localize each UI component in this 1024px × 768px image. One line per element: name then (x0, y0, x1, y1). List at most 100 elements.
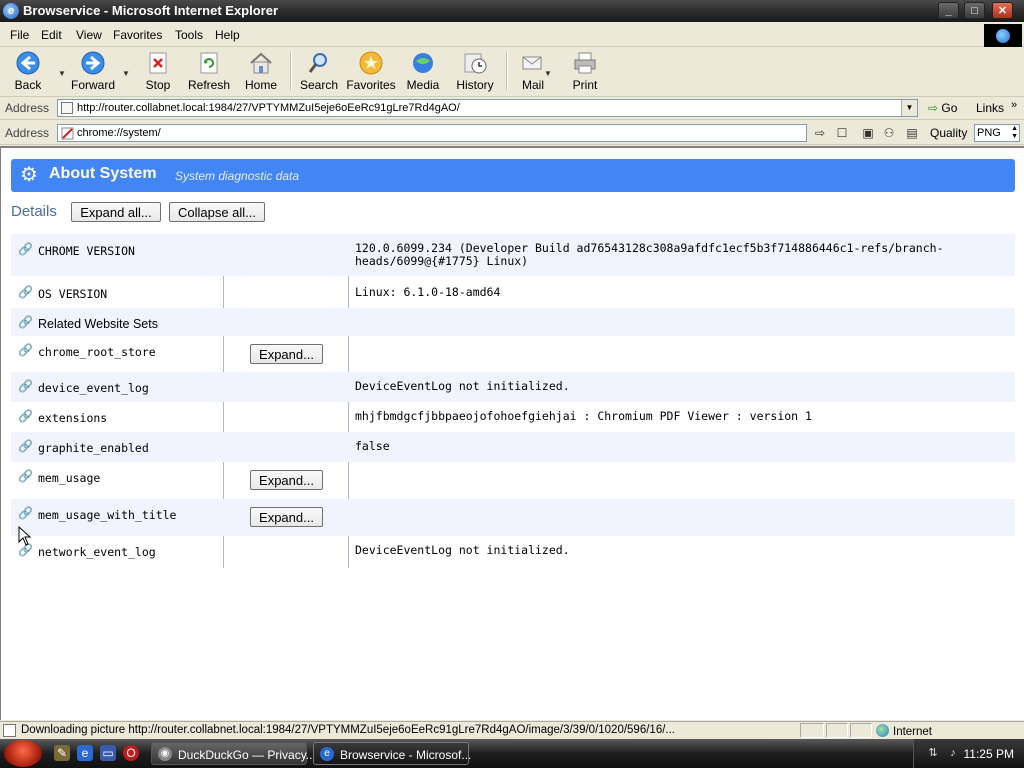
gear-icon: ⚙ (20, 164, 38, 186)
mail-icon (522, 56, 542, 70)
link-icon[interactable]: 🔗 (18, 286, 33, 299)
table-row: 🔗 OS VERSION Linux: 6.1.0-18-amd64 (18, 285, 501, 302)
search-button[interactable]: Search (300, 51, 338, 93)
binoculars-icon[interactable]: ⚇ (881, 125, 897, 141)
about-system-banner: ⚙ About System System diagnostic data (11, 159, 1015, 192)
navigate-arrow-icon[interactable]: ⇨ (812, 125, 828, 141)
favorites-star-icon (359, 51, 383, 75)
network-icon[interactable]: ⇅ (926, 746, 940, 760)
inner-address-input[interactable]: chrome://system/ (57, 124, 807, 142)
search-icon (308, 53, 327, 73)
toolbar: Back ▼ Forward ▼ Stop Refresh Home Searc… (0, 47, 1024, 97)
forward-button[interactable]: Forward (70, 51, 116, 93)
stop-button[interactable]: Stop (144, 51, 172, 93)
security-warning-icon (61, 127, 74, 140)
forward-arrow-icon (81, 51, 105, 75)
link-icon[interactable]: 🔗 (18, 410, 33, 423)
windows-logo-icon (984, 24, 1022, 48)
link-icon[interactable]: 🔗 (18, 380, 33, 393)
print-button[interactable]: Print (570, 51, 600, 93)
show-desktop-icon[interactable]: ▭ (100, 745, 116, 761)
history-icon (464, 53, 487, 74)
link-icon[interactable]: 🔗 (18, 316, 33, 329)
quality-label: Quality (930, 126, 968, 140)
internet-explorer-quicklaunch-icon[interactable]: e (77, 745, 93, 761)
link-icon[interactable]: 🔗 (18, 470, 33, 483)
status-text: Downloading picture http://router.collab… (21, 724, 675, 736)
inner-address-label: Address (5, 126, 50, 140)
go-arrow-icon: ⇨ (928, 101, 939, 115)
table-row: 🔗 CHROME VERSION 120.0.6099.234 (Develop… (11, 234, 1015, 276)
collapse-all-button[interactable]: Collapse all... (169, 202, 265, 222)
media-button[interactable]: Media (406, 51, 440, 93)
menu-tools[interactable]: Tools (175, 28, 203, 42)
maximize-button[interactable]: □ (964, 2, 985, 19)
find-icon[interactable]: ▣ (860, 125, 876, 141)
page-loading-icon (3, 724, 16, 737)
page-viewport: ⚙ About System System diagnostic data De… (0, 146, 1024, 720)
refresh-icon (200, 52, 218, 74)
link-icon[interactable]: 🔗 (18, 243, 33, 256)
go-button[interactable]: ⇨ Go (928, 101, 957, 115)
table-row: 🔗 graphite_enabled false (11, 432, 1015, 462)
menu-view[interactable]: View (76, 28, 102, 42)
forward-dropdown-icon[interactable]: ▼ (122, 69, 130, 78)
clock[interactable]: 11:25 PM (964, 747, 1014, 761)
stop-icon (149, 52, 167, 74)
expand-button[interactable]: Expand... (250, 470, 323, 490)
chevron-right-icon[interactable]: » (1011, 99, 1017, 111)
notepad-icon[interactable]: ✎ (54, 745, 70, 761)
ie-task-icon: e (320, 747, 334, 761)
menu-edit[interactable]: Edit (41, 28, 62, 42)
expand-button[interactable]: Expand... (250, 507, 323, 527)
expand-all-button[interactable]: Expand all... (71, 202, 161, 222)
link-icon[interactable]: 🔗 (18, 440, 33, 453)
status-bar: Downloading picture http://router.collab… (0, 721, 1024, 740)
taskbar: ✎ e ▭ O ◉ DuckDuckGo — Privacy... e Brow… (0, 739, 1024, 768)
home-icon (250, 52, 272, 74)
back-arrow-icon (16, 51, 40, 75)
history-button[interactable]: History (456, 51, 494, 93)
table-row: 🔗 mem_usage Expand... (11, 462, 1015, 499)
internet-explorer-icon: e (3, 3, 19, 19)
clipboard-icon[interactable]: ▤ (904, 125, 920, 141)
internet-zone-icon (876, 724, 889, 737)
mail-dropdown-icon[interactable]: ▼ (544, 69, 552, 78)
opera-icon[interactable]: O (123, 745, 139, 761)
expand-button[interactable]: Expand... (250, 344, 323, 364)
page-subtitle: System diagnostic data (175, 169, 300, 183)
task-browservice[interactable]: e Browservice - Microsof... (313, 742, 471, 765)
system-tray: ⇅ ♪ 11:25 PM (913, 739, 1024, 768)
links-button[interactable]: Links (976, 101, 1004, 115)
start-button[interactable] (4, 740, 42, 767)
window-title: Browservice - Microsoft Internet Explore… (23, 3, 279, 18)
page-icon (61, 102, 73, 114)
link-icon[interactable]: 🔗 (18, 507, 33, 520)
menu-bar: File Edit View Favorites Tools Help (0, 24, 1024, 47)
spinner-icon[interactable]: ▲ ▼ (1011, 125, 1018, 141)
refresh-button[interactable]: Refresh (188, 51, 230, 93)
close-button[interactable]: ✕ (992, 2, 1013, 19)
task-duckduckgo[interactable]: ◉ DuckDuckGo — Privacy... (151, 742, 316, 765)
back-button[interactable]: Back (11, 51, 45, 93)
home-button[interactable]: Home (245, 51, 277, 93)
menu-favorites[interactable]: Favorites (113, 28, 162, 42)
volume-icon[interactable]: ♪ (946, 746, 960, 760)
page-title: About System (49, 165, 157, 182)
link-icon[interactable]: 🔗 (18, 344, 33, 357)
table-row: 🔗 chrome_root_store Expand... (11, 336, 1015, 372)
menu-file[interactable]: File (10, 28, 29, 42)
quality-select[interactable]: PNG ▲ ▼ (974, 124, 1020, 142)
menu-help[interactable]: Help (215, 28, 240, 42)
mouse-cursor-icon (18, 526, 32, 546)
bookmark-icon[interactable]: ☐ (834, 125, 850, 141)
address-dropdown-icon[interactable]: ▼ (901, 100, 917, 116)
favorites-button[interactable]: Favorites (346, 51, 396, 93)
table-row: 🔗 device_event_log DeviceEventLog not in… (11, 372, 1015, 402)
minimize-button[interactable]: _ (938, 2, 959, 19)
address-label: Address (5, 101, 50, 115)
details-label: Details (11, 203, 57, 220)
back-dropdown-icon[interactable]: ▼ (58, 69, 66, 78)
title-bar: e Browservice - Microsoft Internet Explo… (0, 0, 1024, 22)
address-input[interactable]: http://router.collabnet.local:1984/27/VP… (57, 99, 918, 117)
